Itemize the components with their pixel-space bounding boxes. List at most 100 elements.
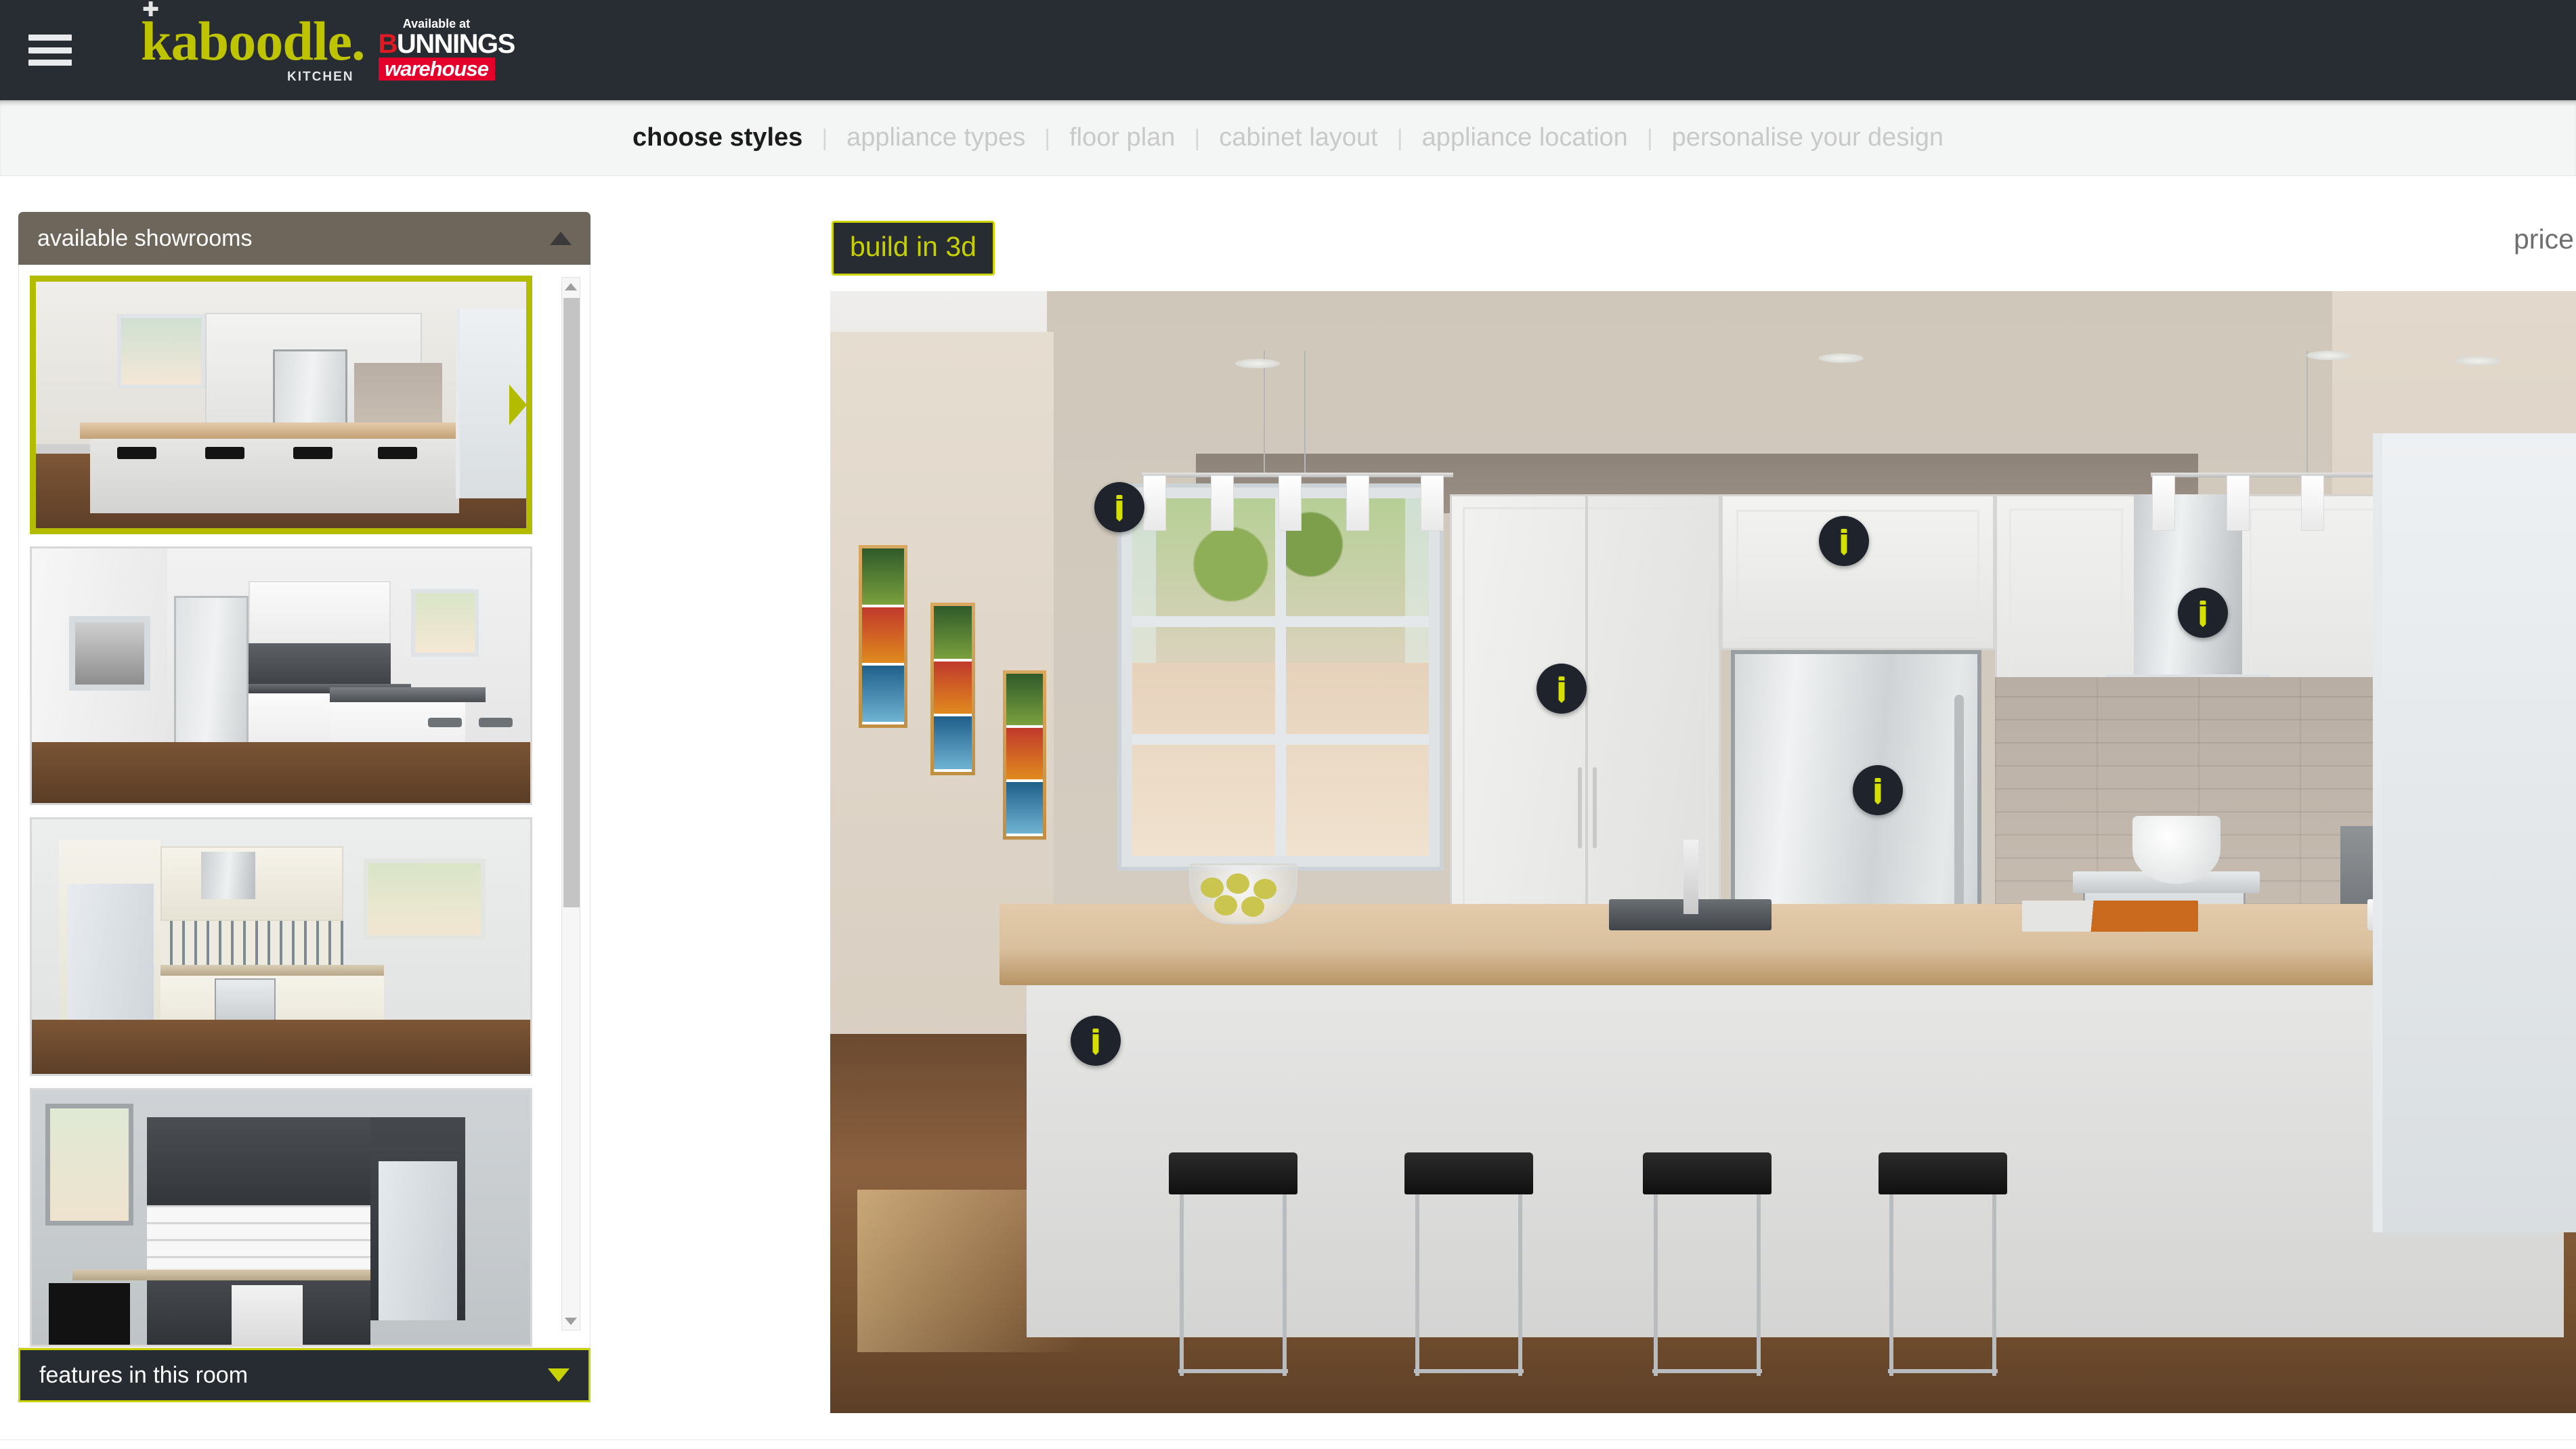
stool-rail	[1178, 1369, 1288, 1373]
preview-stool	[428, 718, 462, 727]
cabinet-handle	[1578, 767, 1582, 848]
rangehood	[2105, 494, 2271, 700]
price-label[interactable]: price	[2514, 223, 2576, 255]
pendant-bulb	[2301, 475, 2324, 531]
showroom-thumbnail-1[interactable]	[30, 546, 532, 805]
available-showrooms-header[interactable]: available showrooms	[18, 212, 591, 265]
breadcrumb-step-appliance-types[interactable]: appliance types	[846, 123, 1025, 152]
brand-logo[interactable]: ✚ kaboodle. KITCHEN Available at BUNNING…	[141, 0, 515, 85]
hamburger-bar	[28, 60, 72, 66]
overhead-cabinet-center	[1721, 494, 1995, 650]
breadcrumb-step-choose-styles[interactable]: choose styles	[632, 123, 802, 152]
bar-stool-2	[1404, 1152, 1533, 1376]
kitchen-3d-render[interactable]	[830, 291, 2576, 1413]
breadcrumb-separator: |	[1044, 125, 1051, 151]
open-cookbook	[2022, 901, 2198, 932]
cabinet-handle	[1593, 767, 1597, 848]
preview-benchtop	[160, 965, 384, 976]
kitchen-window	[1121, 488, 1440, 867]
scrollbar-track[interactable]	[562, 295, 580, 1314]
art-pane	[862, 548, 904, 607]
showroom-thumbnail-2[interactable]	[30, 817, 532, 1076]
build-in-3d-button[interactable]: build in 3d	[832, 221, 995, 276]
pendant-bulb	[1346, 475, 1369, 531]
art-pane	[934, 661, 972, 717]
edit-marker-benchtop[interactable]	[1853, 765, 1903, 815]
preview-window	[117, 314, 205, 389]
pencil-icon	[1092, 1028, 1099, 1056]
breadcrumb-step-appliance-location[interactable]: appliance location	[1422, 123, 1628, 152]
preview-floor	[32, 742, 530, 803]
brand-subtitle: KITCHEN	[287, 70, 354, 85]
build-in-3d-label: build in 3d	[850, 231, 976, 262]
pendant-cord	[1304, 351, 1306, 473]
edit-marker-flooring[interactable]	[1071, 1016, 1121, 1066]
showroom-list-scrollbar[interactable]	[561, 277, 580, 1331]
art-pane	[934, 606, 972, 662]
preview-benchtop	[72, 1270, 370, 1280]
breadcrumb-step-floor-plan[interactable]: floor plan	[1069, 123, 1175, 152]
art-pane	[862, 666, 904, 724]
wall-art-2	[930, 603, 975, 775]
wall-art-3	[1003, 670, 1046, 840]
breadcrumb: choose styles | appliance types | floor …	[632, 123, 1944, 152]
preview-floor	[32, 1020, 530, 1074]
bar-stool-4	[1879, 1152, 2007, 1376]
window-mullion	[1275, 498, 1286, 856]
pencil-icon	[1874, 777, 1881, 805]
preview-sink-base	[49, 1283, 130, 1345]
app-header: ✚ kaboodle. KITCHEN Available at BUNNING…	[0, 0, 2576, 100]
kitchen-scene	[830, 291, 2576, 1413]
pendant-bulb	[2152, 475, 2175, 531]
bar-stool-1	[1169, 1152, 1297, 1376]
stool-leg	[1654, 1194, 1658, 1376]
stool-seat	[1169, 1152, 1297, 1194]
edit-marker-pantry-doors[interactable]	[1537, 664, 1587, 714]
edit-marker-splashback[interactable]	[2178, 588, 2228, 638]
preview-stool	[293, 447, 332, 459]
preview-stool	[479, 718, 513, 727]
kaboodle-wordmark: ✚ kaboodle. KITCHEN	[141, 0, 365, 85]
preview-benchtop	[80, 423, 459, 439]
stool-leg	[1415, 1194, 1419, 1376]
breadcrumb-step-cabinet-layout[interactable]: cabinet layout	[1219, 123, 1378, 152]
preview-window	[411, 589, 479, 657]
pendant-bulb	[1143, 475, 1166, 531]
scrollbar-up-arrow-icon[interactable]	[562, 278, 580, 295]
bar-stool-3	[1643, 1152, 1772, 1376]
edit-marker-overhead-cabinets[interactable]	[1819, 516, 1869, 566]
showroom-preview-0	[36, 282, 526, 528]
art-pane	[1006, 781, 1043, 836]
stool-rail	[1414, 1369, 1524, 1373]
breadcrumb-separator: |	[1194, 125, 1201, 151]
bunnings-logo: Available at BUNNINGS warehouse	[378, 17, 515, 81]
preview-window	[45, 1104, 133, 1226]
scrollbar-down-arrow-icon[interactable]	[562, 1312, 580, 1330]
preview-oven	[232, 1285, 303, 1345]
preview-fridge	[174, 596, 249, 765]
preview-stool	[205, 447, 244, 459]
bunnings-rest: UNNINGS	[396, 28, 515, 59]
ceiling-downlight	[1819, 353, 1864, 363]
preview-fridge	[379, 1161, 457, 1320]
ceiling-downlight	[2306, 351, 2351, 360]
chevron-down-icon[interactable]	[548, 1368, 570, 1382]
stool-seat	[1643, 1152, 1772, 1194]
scrollbar-thumb[interactable]	[563, 298, 580, 907]
features-in-this-room-header[interactable]: features in this room	[18, 1348, 591, 1402]
edit-marker-wall-colour[interactable]	[1094, 482, 1144, 532]
fruit	[1241, 896, 1264, 917]
stool-rail	[1888, 1369, 1998, 1373]
kaboodle-mark-icon: ✚	[142, 0, 160, 21]
wall-art-1	[859, 545, 907, 728]
chevron-up-icon[interactable]	[550, 232, 572, 245]
pencil-icon	[1841, 528, 1847, 556]
preview-fridge	[67, 884, 154, 1039]
stool-leg	[1992, 1194, 1996, 1376]
hamburger-menu-icon[interactable]	[28, 35, 72, 66]
step-breadcrumb-nav: choose styles | appliance types | floor …	[0, 100, 2576, 176]
breadcrumb-step-personalise-your-design[interactable]: personalise your design	[1672, 123, 1944, 152]
showroom-thumbnail-3[interactable]	[30, 1088, 532, 1347]
preview-splashback	[147, 1205, 370, 1273]
showroom-thumbnail-0[interactable]	[30, 276, 532, 534]
